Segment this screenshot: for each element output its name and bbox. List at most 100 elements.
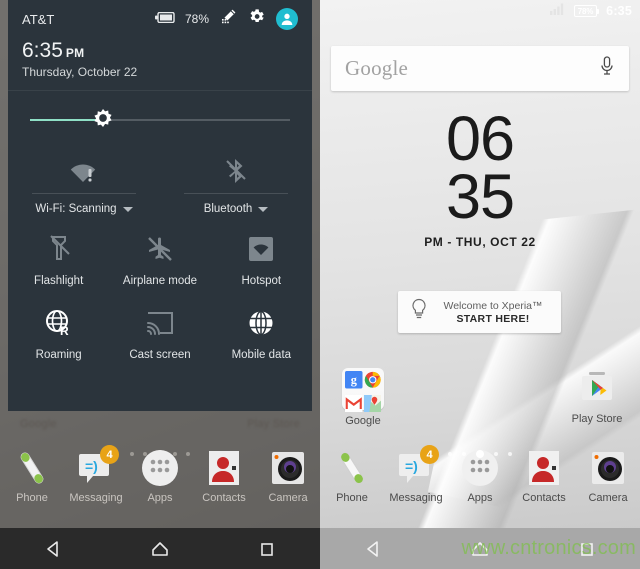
page-dot bbox=[508, 452, 512, 456]
home-item-play-store[interactable]: Play Store bbox=[566, 368, 628, 427]
bg-label-google: Google bbox=[20, 418, 57, 430]
tile-divider bbox=[184, 193, 288, 195]
globe-icon bbox=[248, 307, 274, 339]
dock-item-camera[interactable]: Camera bbox=[256, 448, 320, 504]
left-background-app-labels: Google Play Store bbox=[0, 418, 320, 444]
tile-wifi[interactable]: Wi-Fi: Scanning bbox=[8, 149, 160, 215]
tile-divider bbox=[32, 193, 136, 195]
settings-gear-icon[interactable] bbox=[247, 7, 266, 31]
user-avatar-icon[interactable] bbox=[276, 8, 298, 30]
svg-text:g: g bbox=[351, 373, 357, 387]
brightness-slider[interactable] bbox=[30, 96, 290, 144]
dock-item-phone[interactable]: Phone bbox=[0, 448, 64, 504]
right-status-bar: 78% 6:35 bbox=[320, 0, 640, 22]
tile-mobile-data[interactable]: Mobile data bbox=[211, 307, 312, 361]
wifi-alert-icon bbox=[32, 149, 136, 193]
play-store-icon bbox=[577, 368, 617, 408]
maps-icon bbox=[363, 394, 381, 418]
tile-label: Roaming bbox=[35, 349, 82, 362]
dock-label: Messaging bbox=[389, 492, 443, 504]
quick-settings-status-bar: AT&T 78% bbox=[8, 0, 312, 38]
messaging-icon: =) 4 bbox=[76, 445, 119, 488]
tile-wifi-label-row[interactable]: Wi-Fi: Scanning bbox=[32, 203, 136, 215]
home-item-label: Google bbox=[345, 415, 381, 427]
battery-percent-label: 78% bbox=[577, 6, 594, 16]
screenshot-edit-icon[interactable] bbox=[219, 8, 237, 31]
chrome-icon bbox=[364, 371, 382, 394]
welcome-to-xperia-card[interactable]: Welcome to Xperia™ START HERE! bbox=[398, 291, 561, 333]
clock-time-row: 6:35 PM bbox=[22, 39, 298, 62]
clock-ampm: PM bbox=[65, 46, 85, 60]
chevron-down-icon[interactable] bbox=[258, 206, 269, 212]
roaming-globe-icon: R bbox=[45, 307, 73, 339]
back-triangle-icon[interactable] bbox=[40, 536, 66, 562]
battery-percent-label: 78% bbox=[184, 12, 209, 26]
phone-icon bbox=[12, 448, 52, 488]
svg-text:R: R bbox=[60, 324, 69, 337]
dock-label: Camera bbox=[588, 492, 628, 504]
tile-bluetooth[interactable]: Bluetooth bbox=[160, 149, 312, 215]
status-icon-group: 78% bbox=[154, 7, 298, 31]
battery-icon bbox=[154, 10, 175, 28]
svg-text:=): =) bbox=[85, 458, 98, 474]
dock-item-apps[interactable]: Apps bbox=[128, 448, 192, 504]
back-triangle-icon[interactable] bbox=[360, 536, 386, 562]
microphone-icon[interactable] bbox=[599, 56, 615, 81]
quick-settings-clock: 6:35 PM Thursday, October 22 bbox=[8, 38, 312, 79]
airplane-off-icon bbox=[146, 233, 174, 265]
tile-cast-screen[interactable]: Cast screen bbox=[109, 307, 210, 361]
page-dot bbox=[462, 452, 466, 456]
xperia-card-line1: Welcome to Xperia™ bbox=[443, 299, 543, 312]
panel-divider bbox=[8, 90, 312, 92]
recents-square-icon[interactable] bbox=[254, 536, 280, 562]
tile-roaming[interactable]: R Roaming bbox=[8, 307, 109, 361]
messaging-badge: 4 bbox=[100, 445, 119, 464]
tile-bluetooth-label-row[interactable]: Bluetooth bbox=[184, 203, 288, 215]
page-dot bbox=[448, 452, 452, 456]
home-item-google-folder[interactable]: g Google bbox=[332, 368, 394, 427]
page-dot-active bbox=[476, 450, 484, 458]
google-search-icon: g bbox=[345, 371, 363, 394]
dock-label: Apps bbox=[147, 492, 173, 504]
tile-label: Hotspot bbox=[241, 275, 282, 288]
tile-label: Mobile data bbox=[231, 349, 292, 362]
home-pentagon-icon[interactable] bbox=[147, 536, 173, 562]
contacts-icon bbox=[204, 448, 244, 488]
brightness-knob-icon[interactable] bbox=[92, 109, 114, 131]
cast-screen-icon bbox=[146, 307, 174, 339]
bg-label-play-store: Play Store bbox=[247, 418, 300, 430]
google-search-bar[interactable]: Google bbox=[331, 46, 629, 91]
clock-widget[interactable]: 06 35 PM - THU, OCT 22 bbox=[320, 104, 640, 249]
quick-settings-top-tiles: Wi-Fi: Scanning Bluetooth bbox=[8, 149, 312, 215]
quick-settings-tile-grid: Flashlight Airplane mode Hotspot R Roami… bbox=[8, 233, 312, 381]
apps-grid-icon bbox=[140, 448, 180, 488]
battery-icon: 78% bbox=[573, 5, 600, 17]
chevron-down-icon[interactable] bbox=[122, 206, 133, 212]
home-icon-row: g Google Play Store bbox=[332, 368, 628, 427]
right-phone-home-screen: 78% 6:35 Google 06 35 PM - THU, OCT 22 W… bbox=[320, 0, 640, 569]
dock-item-messaging[interactable]: =) 4 Messaging bbox=[64, 445, 128, 504]
tile-wifi-label: Wi-Fi: Scanning bbox=[35, 203, 117, 216]
search-input[interactable]: Google bbox=[345, 56, 599, 81]
carrier-label: AT&T bbox=[22, 11, 55, 27]
tile-airplane-mode[interactable]: Airplane mode bbox=[109, 233, 210, 287]
home-screen-icons: g Google Play Store bbox=[320, 368, 640, 427]
clock-minute: 35 bbox=[445, 162, 515, 233]
home-item-label: Play Store bbox=[571, 413, 623, 425]
dock-item-contacts[interactable]: Contacts bbox=[192, 448, 256, 504]
xperia-card-line2: START HERE! bbox=[456, 312, 530, 325]
tile-flashlight[interactable]: Flashlight bbox=[8, 233, 109, 287]
dock-label: Contacts bbox=[522, 492, 566, 504]
tile-label: Cast screen bbox=[129, 349, 191, 362]
flashlight-off-icon bbox=[47, 233, 71, 265]
tile-hotspot[interactable]: Hotspot bbox=[211, 233, 312, 287]
right-page-indicator bbox=[320, 450, 640, 458]
clock-time: 6:35 bbox=[22, 39, 63, 62]
bluetooth-off-icon bbox=[184, 149, 288, 193]
left-phone-quick-settings: Google Play Store Phone =) 4 Messaging A… bbox=[0, 0, 320, 569]
dock-label: Camera bbox=[268, 492, 308, 504]
tile-label: Airplane mode bbox=[122, 275, 198, 288]
left-navigation-bar bbox=[0, 528, 320, 569]
left-dock: Phone =) 4 Messaging Apps Contacts Camer… bbox=[0, 442, 320, 528]
clock-hour: 06 bbox=[445, 104, 515, 174]
